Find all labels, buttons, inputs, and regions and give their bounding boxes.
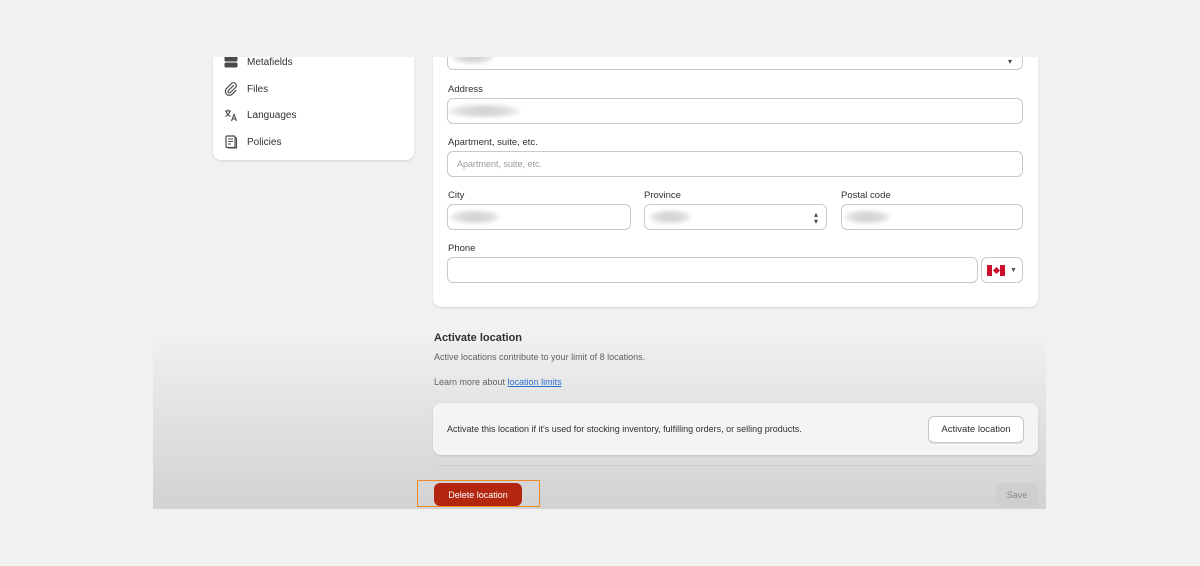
country-select[interactable]: ▴▾ xyxy=(447,57,1023,70)
apartment-label: Apartment, suite, etc. xyxy=(448,137,538,148)
caret-down-icon: ▼ xyxy=(1010,266,1017,274)
sidebar-item-policies[interactable]: Policies xyxy=(223,132,281,152)
address-form-card: ▴▾ Address Apartment, suite, etc. Apartm… xyxy=(433,57,1038,307)
phone-input[interactable] xyxy=(447,257,978,283)
city-input[interactable] xyxy=(447,204,631,230)
delete-location-button[interactable]: Delete location xyxy=(434,483,522,506)
apartment-placeholder: Apartment, suite, etc. xyxy=(457,159,543,169)
activate-card-text: Activate this location if it's used for … xyxy=(447,424,802,434)
footer-divider xyxy=(433,465,1038,466)
learn-more-prefix: Learn more about xyxy=(434,377,508,387)
translate-icon xyxy=(223,107,239,123)
activate-location-heading: Activate location xyxy=(434,332,523,344)
postal-code-label: Postal code xyxy=(841,190,891,201)
province-label: Province xyxy=(644,190,681,201)
select-chevron-icon: ▴▾ xyxy=(1007,57,1012,66)
activate-location-button[interactable]: Activate location xyxy=(928,416,1024,443)
redacted-value xyxy=(448,104,520,118)
select-chevron-icon: ▴▾ xyxy=(813,210,818,226)
sidebar-item-languages[interactable]: Languages xyxy=(223,105,297,125)
location-limits-link[interactable]: location limits xyxy=(508,377,562,387)
activate-location-card: Activate this location if it's used for … xyxy=(433,403,1038,455)
apartment-input[interactable]: Apartment, suite, etc. xyxy=(447,151,1023,177)
city-label: City xyxy=(448,190,465,201)
phone-label: Phone xyxy=(448,243,476,254)
sidebar-item-label: Metafields xyxy=(247,57,293,68)
redacted-value xyxy=(844,210,890,224)
document-icon xyxy=(223,134,239,150)
paperclip-icon xyxy=(223,81,239,97)
address-input[interactable] xyxy=(447,98,1023,124)
sidebar-item-metafields[interactable]: Metafields xyxy=(223,57,293,72)
metafields-icon xyxy=(223,57,239,70)
redacted-value xyxy=(450,210,500,224)
settings-sidebar: Metafields Files Languages Policies xyxy=(213,57,414,160)
settings-page: Metafields Files Languages Policies ▴▾ xyxy=(153,57,1046,509)
sidebar-item-files[interactable]: Files xyxy=(223,79,268,99)
save-button[interactable]: Save xyxy=(996,483,1038,506)
postal-code-input[interactable] xyxy=(841,204,1023,230)
activate-location-description: Active locations contribute to your limi… xyxy=(434,352,646,362)
redacted-value xyxy=(452,57,494,64)
phone-country-select[interactable]: ▼ xyxy=(981,257,1023,283)
address-label: Address xyxy=(448,84,483,95)
sidebar-item-label: Files xyxy=(247,83,269,95)
learn-more-text: Learn more about location limits xyxy=(434,377,562,387)
redacted-value xyxy=(649,210,691,224)
canada-flag-icon xyxy=(987,264,1006,276)
sidebar-item-label: Policies xyxy=(247,136,282,148)
sidebar-item-label: Languages xyxy=(247,109,297,121)
province-select[interactable]: ▴ ▾ xyxy=(644,204,827,230)
